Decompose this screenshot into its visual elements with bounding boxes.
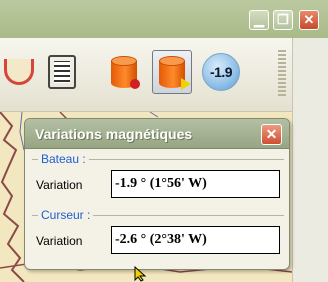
route-icon [111, 56, 140, 89]
sextant-icon [4, 59, 34, 85]
boat-group-legend: Bateau : [38, 152, 89, 166]
route-play-icon [159, 56, 191, 90]
dialog-close-button[interactable]: ✕ [261, 124, 282, 145]
close-icon: ✕ [265, 126, 278, 142]
magnetic-variation-dialog: Variations magnétiques ✕ Bateau : Variat… [24, 118, 290, 270]
close-icon: ✕ [303, 12, 315, 27]
boat-variation-label: Variation [36, 178, 83, 192]
route-play-button[interactable] [152, 50, 192, 94]
route-button[interactable] [104, 50, 144, 94]
mouse-pointer-icon [134, 266, 147, 282]
dialog-title: Variations magnétiques [35, 126, 193, 142]
toolbar: -1.9 [0, 38, 292, 112]
close-button[interactable]: ✕ [299, 10, 319, 30]
maximize-icon: ❐ [277, 12, 289, 27]
boat-variation-field[interactable]: -1.9 ° (1°56' W) [111, 170, 280, 198]
magnetic-variation-button[interactable]: -1.9 [201, 50, 241, 94]
minimize-button[interactable]: ▁ [249, 10, 269, 30]
boat-group: Bateau : Variation -1.9 ° (1°56' W) [32, 152, 284, 211]
minimize-icon: ▁ [254, 12, 264, 27]
cursor-variation-field[interactable]: -2.6 ° (2°38' W) [111, 226, 280, 254]
sextant-button[interactable] [0, 50, 38, 94]
value-badge-icon: -1.9 [202, 53, 240, 91]
dialog-title-bar[interactable]: Variations magnétiques ✕ [25, 119, 289, 149]
value-badge-text: -1.9 [209, 64, 233, 80]
toolbar-grip[interactable] [278, 50, 286, 98]
cursor-group: Curseur : Variation -2.6 ° (2°38' W) [32, 208, 284, 267]
window-title-bar: ▁ ❐ ✕ [0, 0, 328, 38]
list-icon [48, 55, 76, 89]
list-button[interactable] [42, 50, 82, 94]
maximize-button[interactable]: ❐ [273, 10, 293, 30]
cursor-group-legend: Curseur : [38, 208, 94, 222]
cursor-variation-label: Variation [36, 234, 83, 248]
side-panel [292, 38, 328, 282]
